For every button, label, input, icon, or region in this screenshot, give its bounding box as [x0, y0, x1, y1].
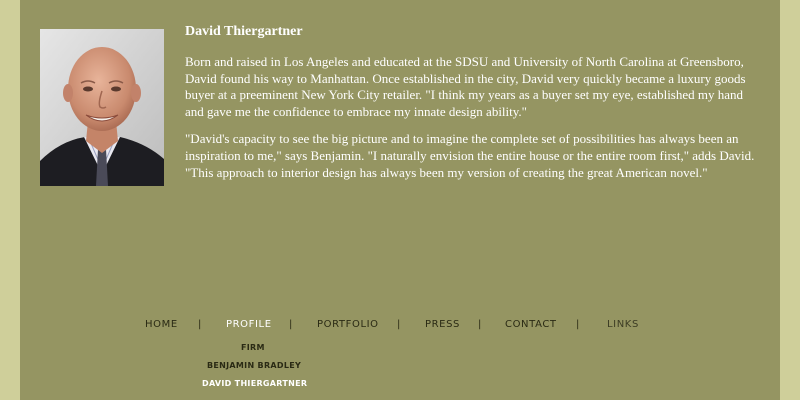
subnav-benjamin[interactable]: BENJAMIN BRADLEY: [207, 361, 301, 370]
subnav-firm-link[interactable]: FIRM: [241, 343, 265, 352]
nav-profile-link[interactable]: PROFILE: [226, 319, 272, 330]
bio-paragraph: "David's capacity to see the big picture…: [185, 131, 755, 180]
nav-portfolio-link[interactable]: PORTFOLIO: [317, 319, 379, 330]
subnav-david[interactable]: DAVID THIERGARTNER: [202, 379, 307, 388]
nav-separator: |: [289, 319, 293, 330]
nav-separator: |: [478, 319, 482, 330]
nav-home-link[interactable]: HOME: [145, 319, 178, 330]
content-panel: David Thiergartner Born and raised in Lo…: [20, 0, 780, 400]
main-nav: HOME | PROFILE | PORTFOLIO | PRESS | CON…: [20, 319, 780, 333]
nav-separator: |: [576, 319, 580, 330]
nav-links-link[interactable]: LINKS: [607, 319, 639, 330]
nav-press-link[interactable]: PRESS: [425, 319, 460, 330]
bio-paragraph: Born and raised in Los Angeles and educa…: [185, 54, 746, 119]
nav-separator: |: [198, 319, 202, 330]
subnav-benjamin-link[interactable]: BENJAMIN BRADLEY: [207, 361, 301, 370]
bio-name: David Thiergartner: [185, 24, 303, 39]
subnav-david-link[interactable]: DAVID THIERGARTNER: [202, 379, 307, 388]
subnav-firm[interactable]: FIRM: [241, 343, 265, 352]
bio-section: David Thiergartner Born and raised in Lo…: [185, 23, 765, 192]
nav-separator: |: [397, 319, 401, 330]
nav-contact-link[interactable]: CONTACT: [505, 319, 557, 330]
portrait-photo: [40, 29, 164, 186]
